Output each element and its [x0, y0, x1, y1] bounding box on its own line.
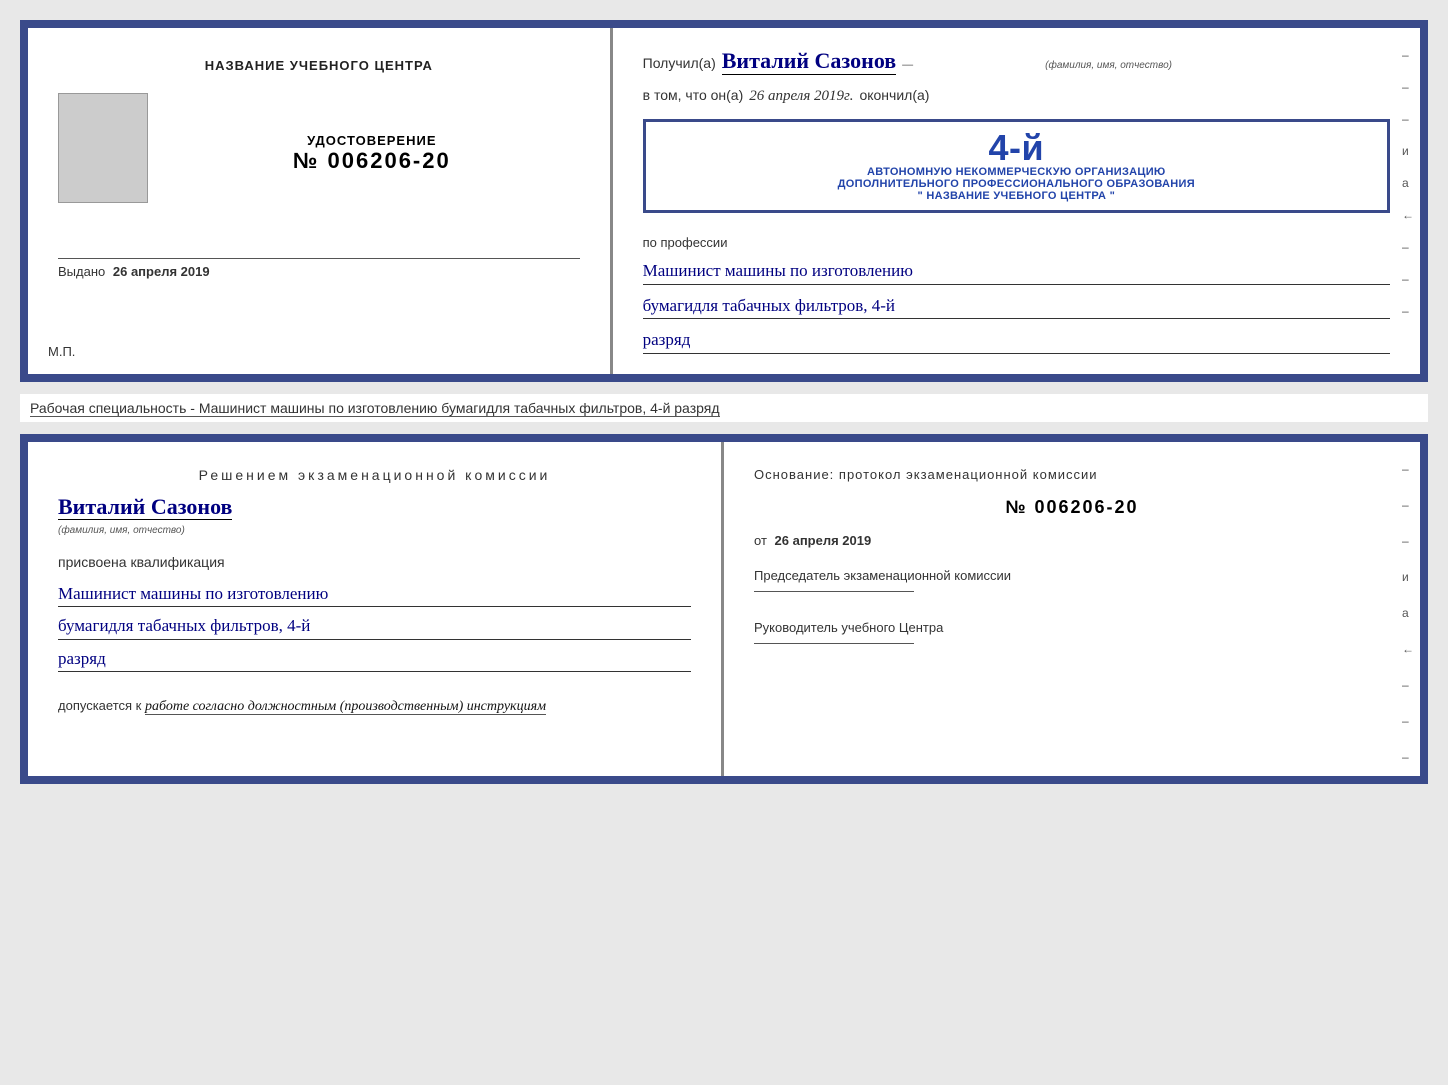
- prisvoena-label: присвоена квалификация: [58, 554, 691, 570]
- side-marks-top: – – – и а ← – – –: [1402, 48, 1414, 318]
- cert-left-panel: НАЗВАНИЕ УЧЕБНОГО ЦЕНТРА УДОСТОВЕРЕНИЕ №…: [28, 28, 613, 374]
- chief-label: Руководитель учебного Центра: [754, 620, 1390, 635]
- photo-placeholder: [58, 93, 148, 203]
- stamp-block: 4-й АВТОНОМНУЮ НЕКОММЕРЧЕСКУЮ ОРГАНИЗАЦИ…: [643, 119, 1390, 213]
- cert-number-block: УДОСТОВЕРЕНИЕ № 006206-20: [164, 103, 580, 174]
- chief-block: Руководитель учебного Центра: [754, 620, 1390, 652]
- chief-signature-line: [754, 643, 914, 644]
- profession-line3: разряд: [643, 327, 1390, 354]
- vtom-prefix: в том, что он(а): [643, 87, 744, 103]
- stamp-text-line3: " НАЗВАНИЕ УЧЕБНОГО ЦЕНТРА ": [660, 190, 1373, 202]
- cert-number: № 006206-20: [164, 148, 580, 174]
- chairman-label: Председатель экзаменационной комиссии: [754, 568, 1390, 583]
- bottom-qual-line2: бумагидля табачных фильтров, 4-й: [58, 613, 691, 640]
- poluchil-prefix: Получил(а): [643, 55, 716, 71]
- ot-prefix: от: [754, 533, 767, 548]
- vydano-label: Выдано: [58, 264, 105, 279]
- stamp-rect: 4-й АВТОНОМНУЮ НЕКОММЕРЧЕСКУЮ ОРГАНИЗАЦИ…: [643, 119, 1390, 213]
- bottom-person-name: Виталий Сазонов: [58, 494, 232, 520]
- bottom-certificate: Решением экзаменационной комиссии Витали…: [20, 434, 1428, 784]
- side-marks-bottom: – – – и а ← – – –: [1402, 462, 1414, 764]
- issued-line: Выдано 26 апреля 2019: [58, 258, 580, 279]
- dopusk-text: работе согласно должностным (производств…: [145, 699, 546, 715]
- stamp-big-num: 4-й: [660, 130, 1373, 166]
- vydano-date: 26 апреля 2019: [113, 264, 210, 279]
- protocol-number: № 006206-20: [754, 497, 1390, 518]
- vtom-line: в том, что он(а) 26 апреля 2019г. окончи…: [643, 87, 1390, 105]
- bottom-qual-line1: Машинист машины по изготовлению: [58, 581, 691, 608]
- udostoverenie-label: УДОСТОВЕРЕНИЕ: [164, 133, 580, 148]
- cert-bottom-right: Основание: протокол экзаменационной коми…: [724, 442, 1420, 776]
- po-professii-label: по профессии: [643, 235, 1390, 250]
- stamp-text-line2: ДОПОЛНИТЕЛЬНОГО ПРОФЕССИОНАЛЬНОГО ОБРАЗО…: [660, 178, 1373, 190]
- received-line: Получил(а) Виталий Сазонов — (фамилия, и…: [643, 48, 1390, 75]
- chairman-signature-line: [754, 591, 914, 592]
- mp-label: М.П.: [48, 344, 75, 359]
- training-center-label-top: НАЗВАНИЕ УЧЕБНОГО ЦЕНТРА: [205, 58, 433, 73]
- cert-right-panel: Получил(а) Виталий Сазонов — (фамилия, и…: [613, 28, 1420, 374]
- bottom-fio-label: (фамилия, имя, отчество): [58, 525, 185, 536]
- chairman-block: Председатель экзаменационной комиссии: [754, 568, 1390, 600]
- okonchil-label: окончил(а): [859, 87, 929, 103]
- dopuskaetsya-block: допускается к работе согласно должностны…: [58, 698, 691, 715]
- cert-bottom-left: Решением экзаменационной комиссии Витали…: [28, 442, 724, 776]
- osnov-label: Основание: протокол экзаменационной коми…: [754, 467, 1390, 482]
- decision-title: Решением экзаменационной комиссии: [58, 467, 691, 483]
- date-value-top: 26 апреля 2019г.: [749, 88, 853, 105]
- page-wrapper: НАЗВАНИЕ УЧЕБНОГО ЦЕНТРА УДОСТОВЕРЕНИЕ №…: [20, 20, 1428, 784]
- middle-label: Рабочая специальность - Машинист машины …: [20, 394, 1428, 422]
- profession-line2: бумагидля табачных фильтров, 4-й: [643, 293, 1390, 320]
- dopusk-prefix: допускается к: [58, 698, 141, 713]
- from-date: от 26 апреля 2019: [754, 533, 1390, 548]
- bottom-name-block: Виталий Сазонов (фамилия, имя, отчество): [58, 494, 691, 538]
- stamp-text-line1: АВТОНОМНУЮ НЕКОММЕРЧЕСКУЮ ОРГАНИЗАЦИЮ: [660, 166, 1373, 178]
- middle-label-text: Рабочая специальность - Машинист машины …: [30, 400, 720, 417]
- profession-line1: Машинист машины по изготовлению: [643, 258, 1390, 285]
- bottom-qual-line3: разряд: [58, 646, 691, 673]
- recipient-name: Виталий Сазонов: [722, 48, 896, 75]
- ot-date: 26 апреля 2019: [775, 533, 872, 548]
- top-certificate: НАЗВАНИЕ УЧЕБНОГО ЦЕНТРА УДОСТОВЕРЕНИЕ №…: [20, 20, 1428, 382]
- fio-label-top: (фамилия, имя, отчество): [1045, 60, 1172, 71]
